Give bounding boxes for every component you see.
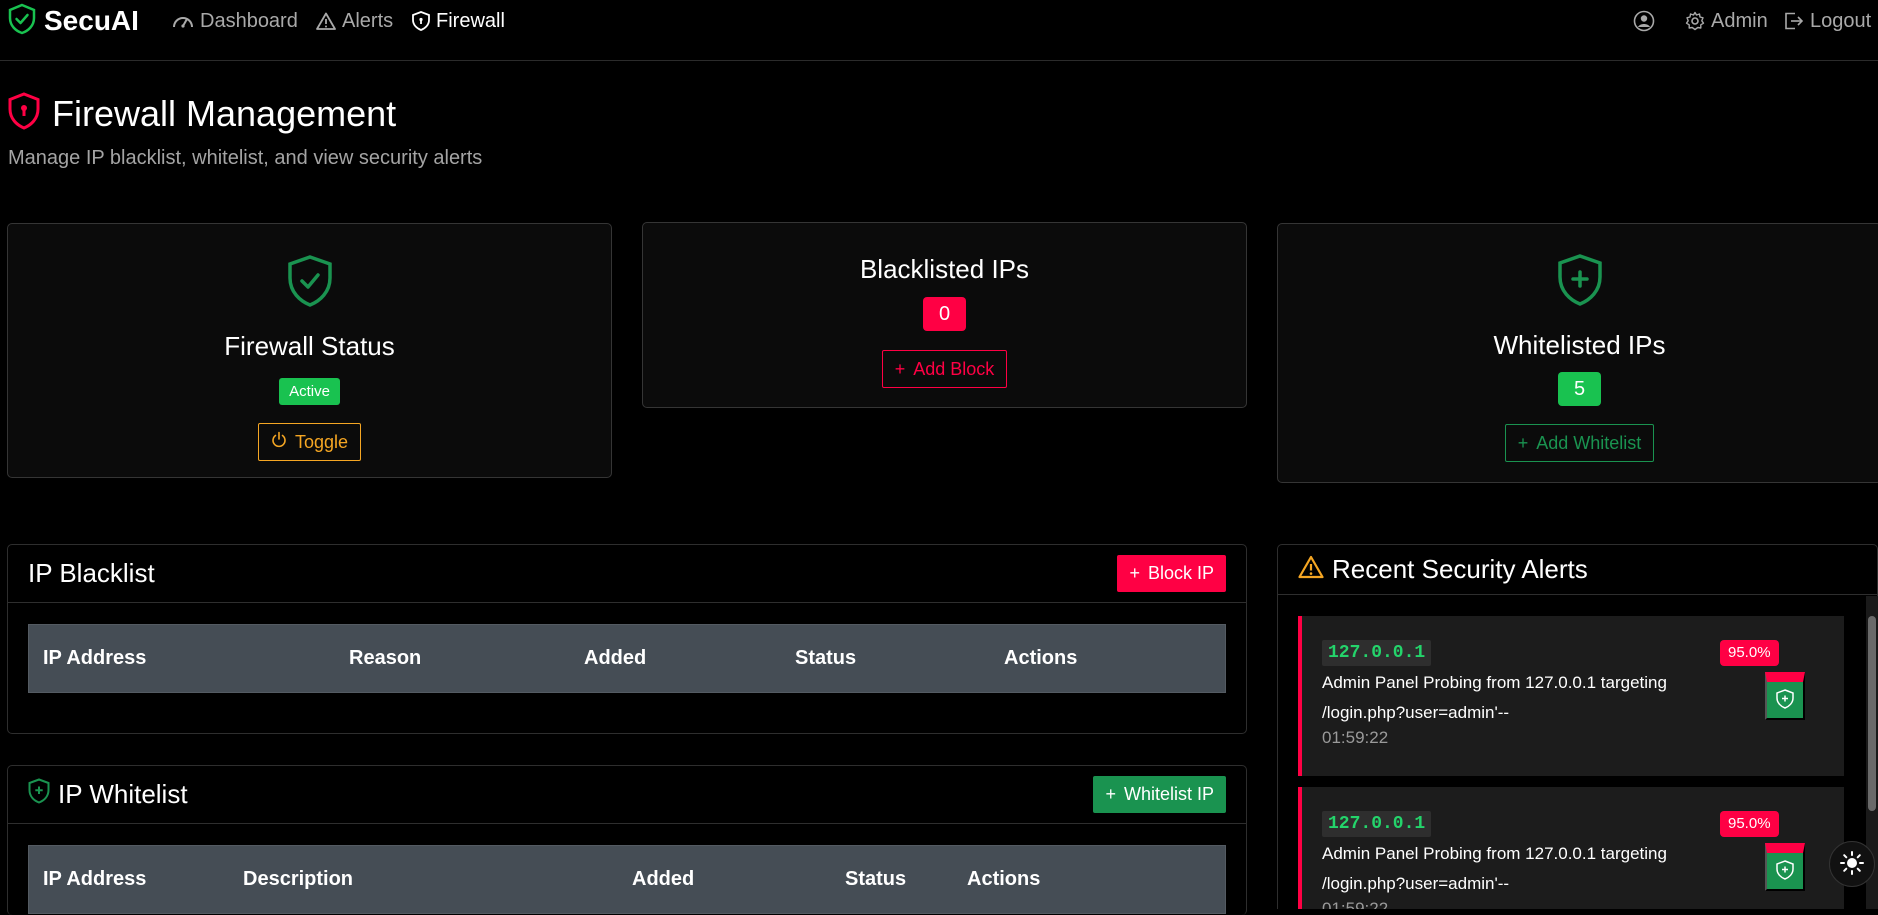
user-avatar[interactable]: [1633, 8, 1655, 34]
logout-link[interactable]: Logout: [1784, 8, 1871, 34]
logout-label: Logout: [1810, 9, 1872, 32]
ip-whitelist-heading: IP Whitelist: [28, 778, 188, 811]
blacklisted-count: 0: [923, 297, 966, 331]
recent-alerts-panel: Recent Security Alerts 127.0.0.1 Admin P…: [1277, 544, 1878, 909]
shield-plus-icon: [1776, 859, 1794, 883]
whitelist-alert-ip-button[interactable]: [1765, 672, 1805, 720]
whitelist-table-header: IP Address Description Added Status Acti…: [28, 845, 1226, 914]
firewall-status-card: Firewall Status Active Toggle: [7, 223, 612, 478]
whitelisted-ips-card: Whitelisted IPs 5 + Add Whitelist: [1277, 223, 1878, 483]
column-header[interactable]: IP Address: [43, 625, 146, 692]
warning-triangle-icon: [1298, 555, 1324, 584]
page-title: Firewall Management: [8, 92, 396, 135]
gear-icon: [1685, 11, 1705, 31]
whitelist-ip-label: Whitelist IP: [1123, 784, 1214, 804]
add-whitelist-button[interactable]: + Add Whitelist: [1504, 424, 1655, 462]
admin-link[interactable]: Admin: [1685, 8, 1768, 34]
confidence-badge: 95.0%: [1720, 811, 1779, 837]
plus-icon: +: [1129, 563, 1140, 583]
ip-whitelist-header: IP Whitelist + Whitelist IP: [8, 766, 1246, 824]
nav-link-label: Alerts: [342, 9, 394, 32]
admin-label: Admin: [1711, 9, 1768, 32]
add-block-label: Add Block: [913, 358, 995, 379]
warning-triangle-icon: [316, 12, 336, 30]
brand-name: SecuAI: [44, 5, 139, 36]
shield-lock-icon: [8, 92, 40, 135]
nav-link-dashboard[interactable]: Dashboard: [172, 8, 298, 34]
ip-whitelist-title: IP Whitelist: [58, 779, 188, 809]
whitelist-ip-button[interactable]: + Whitelist IP: [1093, 776, 1226, 813]
alert-item[interactable]: 127.0.0.1 Admin Panel Probing from 127.0…: [1298, 787, 1844, 909]
brand[interactable]: SecuAI: [8, 3, 139, 40]
page-title-text: Firewall Management: [52, 92, 397, 134]
nav-link-alerts[interactable]: Alerts: [316, 8, 393, 34]
column-header[interactable]: Added: [632, 846, 694, 913]
navbar: SecuAI Dashboard Alerts Firewall Admin L…: [0, 0, 1878, 61]
alert-time: 01:59:22: [1322, 728, 1389, 747]
blacklisted-ips-card: Blacklisted IPs 0 + Add Block: [642, 222, 1247, 408]
ip-blacklist-title: IP Blacklist: [28, 558, 155, 588]
page-subtitle: Manage IP blacklist, whitelist, and view…: [8, 147, 483, 169]
add-block-button[interactable]: + Add Block: [881, 350, 1008, 388]
column-header[interactable]: IP Address: [43, 846, 146, 913]
toggle-label: Toggle: [294, 431, 349, 452]
alert-message: Admin Panel Probing from 127.0.0.1 targe…: [1322, 673, 1667, 722]
shield-plus-icon: [28, 778, 50, 811]
plus-icon: +: [1517, 432, 1529, 453]
alert-message: Admin Panel Probing from 127.0.0.1 targe…: [1322, 844, 1667, 893]
blacklisted-ips-label: Blacklisted IPs: [859, 254, 1030, 284]
nav-link-label: Firewall: [436, 9, 505, 32]
sun-icon: [1839, 850, 1865, 879]
alert-time: 01:59:22: [1322, 899, 1389, 909]
power-icon: [271, 431, 287, 454]
whitelisted-ips-label: Whitelisted IPs: [1493, 330, 1666, 360]
recent-alerts-title: Recent Security Alerts: [1332, 554, 1588, 584]
ip-whitelist-panel: IP Whitelist + Whitelist IP IP Address D…: [7, 765, 1247, 915]
shield-check-icon: [8, 3, 36, 40]
column-header[interactable]: Reason: [349, 625, 421, 692]
block-ip-button[interactable]: + Block IP: [1117, 555, 1226, 592]
whitelisted-count: 5: [1558, 372, 1601, 406]
user-circle-icon: [1633, 10, 1655, 32]
block-ip-label: Block IP: [1147, 563, 1214, 583]
plus-icon: +: [894, 358, 906, 379]
column-header[interactable]: Actions: [967, 846, 1040, 913]
status-badge: Active: [279, 378, 340, 405]
toggle-firewall-button[interactable]: Toggle: [257, 423, 362, 461]
column-header[interactable]: Status: [795, 625, 856, 692]
column-header[interactable]: Actions: [1004, 625, 1077, 692]
column-header[interactable]: Status: [845, 846, 906, 913]
ip-blacklist-panel: IP Blacklist + Block IP IP Address Reaso…: [7, 544, 1247, 734]
theme-toggle-button[interactable]: [1829, 841, 1875, 887]
add-whitelist-label: Add Whitelist: [1536, 432, 1642, 453]
column-header[interactable]: Added: [584, 625, 646, 692]
logout-icon: [1784, 12, 1804, 30]
alert-item[interactable]: 127.0.0.1 Admin Panel Probing from 127.0…: [1298, 616, 1844, 776]
plus-icon: +: [1105, 784, 1116, 804]
shield-check-icon: [287, 254, 333, 313]
nav-link-firewall[interactable]: Firewall: [412, 8, 505, 34]
nav-link-label: Dashboard: [200, 9, 298, 32]
shield-icon: [412, 11, 430, 31]
shield-plus-icon: [1557, 253, 1603, 312]
alerts-scrollbar-thumb[interactable]: [1868, 616, 1876, 811]
confidence-badge: 95.0%: [1720, 640, 1779, 666]
whitelist-alert-ip-button[interactable]: [1765, 843, 1805, 891]
column-header[interactable]: Description: [243, 846, 353, 913]
blacklist-table-header: IP Address Reason Added Status Actions: [28, 624, 1226, 693]
alert-ip: 127.0.0.1: [1322, 640, 1432, 666]
shield-plus-icon: [1776, 688, 1794, 712]
firewall-status-label: Firewall Status: [224, 331, 395, 361]
alert-ip: 127.0.0.1: [1322, 811, 1432, 837]
recent-alerts-header: Recent Security Alerts: [1278, 545, 1877, 595]
speedometer-icon: [172, 12, 194, 30]
ip-blacklist-header: IP Blacklist + Block IP: [8, 545, 1246, 603]
